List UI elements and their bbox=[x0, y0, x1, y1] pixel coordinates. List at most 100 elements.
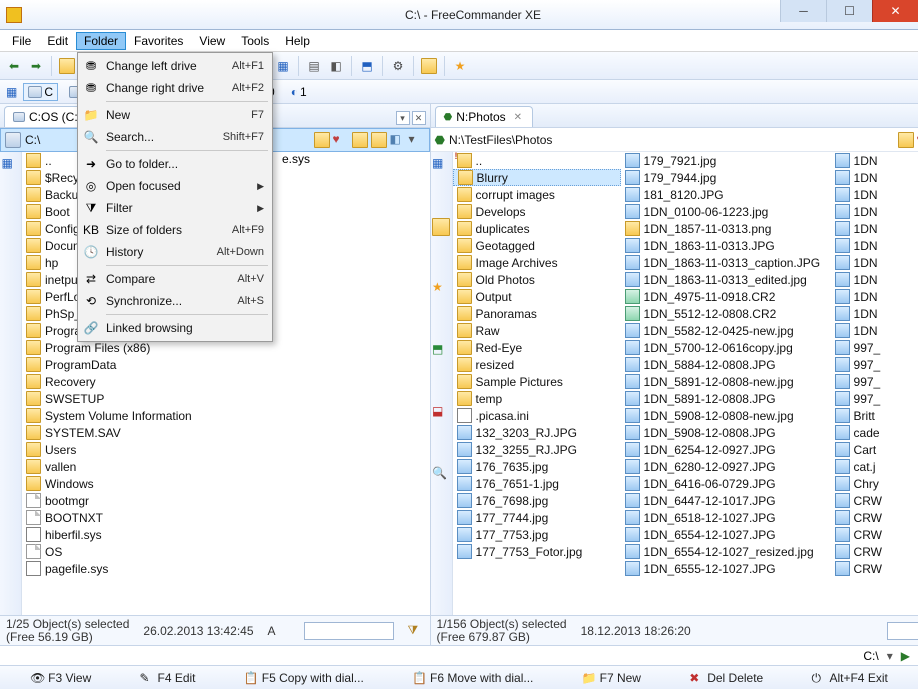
list-item[interactable]: 1DN_5582-12-0425-new.jpg bbox=[621, 322, 831, 339]
list-item[interactable]: 132_3255_RJ.JPG bbox=[453, 441, 621, 458]
toolbar-button[interactable]: ▦ bbox=[273, 56, 293, 76]
list-item[interactable]: Red-Eye bbox=[453, 339, 621, 356]
menu-item-open-focused[interactable]: ◎Open focused▶ bbox=[80, 175, 270, 197]
path-icon[interactable] bbox=[352, 132, 368, 148]
list-item[interactable]: 177_7753_Fotor.jpg bbox=[453, 543, 621, 560]
list-item[interactable]: 1DN_4975-11-0918.CR2 bbox=[621, 288, 831, 305]
list-item[interactable]: 176_7698.jpg bbox=[453, 492, 621, 509]
toolbar-button[interactable]: ⚙ bbox=[388, 56, 408, 76]
list-item[interactable]: 177_7753.jpg bbox=[453, 526, 621, 543]
list-item[interactable]: 997_ bbox=[831, 339, 918, 356]
list-item[interactable]: 1DN_6254-12-0927.JPG bbox=[621, 441, 831, 458]
fkey-3[interactable]: 📋F6 Move with dial... bbox=[412, 671, 533, 685]
list-item[interactable]: 1DN bbox=[831, 220, 918, 237]
tab-dropdown[interactable]: ▾ bbox=[396, 111, 410, 125]
list-item[interactable]: 179_7921.jpg bbox=[621, 152, 831, 169]
list-item[interactable]: resized bbox=[453, 356, 621, 373]
list-item[interactable]: vallen bbox=[22, 458, 430, 475]
list-item[interactable]: System Volume Information bbox=[22, 407, 430, 424]
fkey-5[interactable]: ✖Del Delete bbox=[689, 671, 763, 685]
address-dropdown-icon[interactable]: ▾ bbox=[887, 649, 893, 663]
toolbar-button[interactable] bbox=[57, 56, 77, 76]
list-item[interactable]: Britt bbox=[831, 407, 918, 424]
list-item[interactable]: 1DN bbox=[831, 322, 918, 339]
list-item[interactable]: Blurry bbox=[453, 169, 621, 186]
list-item[interactable]: 1DN bbox=[831, 305, 918, 322]
drive-counter-1[interactable]: ◐1 bbox=[286, 83, 312, 101]
menu-item-new[interactable]: 📁NewF7 bbox=[80, 104, 270, 126]
list-item[interactable]: BOOTNXT bbox=[22, 509, 430, 526]
list-item[interactable]: 1DN_6555-12-1027.JPG bbox=[621, 560, 831, 577]
fkey-6[interactable]: ⏻Alt+F4 Exit bbox=[811, 671, 887, 685]
list-item[interactable]: 1DN_5512-12-0808.CR2 bbox=[621, 305, 831, 322]
menu-file[interactable]: File bbox=[4, 32, 39, 50]
list-item[interactable]: 179_7944.jpg bbox=[621, 169, 831, 186]
list-item[interactable]: Output bbox=[453, 288, 621, 305]
list-item[interactable]: Recovery bbox=[22, 373, 430, 390]
fkey-0[interactable]: 👁F3 View bbox=[30, 671, 91, 685]
menu-tools[interactable]: Tools bbox=[233, 32, 277, 50]
list-item[interactable]: 1DN bbox=[831, 271, 918, 288]
list-item[interactable]: 997_ bbox=[831, 390, 918, 407]
path-dropdown[interactable]: ▾ bbox=[409, 132, 425, 148]
list-item[interactable]: 1DN bbox=[831, 254, 918, 271]
minimize-button[interactable]: ─ bbox=[780, 0, 826, 22]
list-item[interactable]: ProgramData bbox=[22, 356, 430, 373]
list-item[interactable]: 176_7635.jpg bbox=[453, 458, 621, 475]
sidetool-icon[interactable]: ⬒ bbox=[432, 342, 450, 360]
fkey-2[interactable]: 📋F5 Copy with dial... bbox=[244, 671, 364, 685]
fkey-4[interactable]: 📁F7 New bbox=[582, 671, 641, 685]
filter-dropdown[interactable] bbox=[887, 622, 918, 640]
list-item[interactable]: 1DN_1863-11-0313_edited.jpg bbox=[621, 271, 831, 288]
right-tab[interactable]: ⬣ N:Photos ✕ bbox=[435, 106, 533, 127]
list-item[interactable]: Image Archives bbox=[453, 254, 621, 271]
list-item[interactable]: OS bbox=[22, 543, 430, 560]
list-item[interactable]: 1DN bbox=[831, 237, 918, 254]
menu-item-linked-browsing[interactable]: 🔗Linked browsing bbox=[80, 317, 270, 339]
toolbar-button[interactable] bbox=[419, 56, 439, 76]
path-icon[interactable] bbox=[314, 132, 330, 148]
list-item[interactable]: Raw bbox=[453, 322, 621, 339]
list-item[interactable]: 997_ bbox=[831, 373, 918, 390]
list-item[interactable]: 1DN_1857-11-0313.png bbox=[621, 220, 831, 237]
list-item[interactable]: 1DN_1863-11-0313_caption.JPG bbox=[621, 254, 831, 271]
list-item[interactable]: SWSETUP bbox=[22, 390, 430, 407]
list-item[interactable]: Panoramas bbox=[453, 305, 621, 322]
menu-item-history[interactable]: 🕓HistoryAlt+Down bbox=[80, 241, 270, 263]
list-item[interactable]: 1DN_5700-12-0616copy.jpg bbox=[621, 339, 831, 356]
list-item[interactable]: 1DN_5908-12-0808-new.jpg bbox=[621, 407, 831, 424]
address-go-icon[interactable]: ▶ bbox=[901, 649, 910, 663]
list-item[interactable]: 1DN_6554-12-1027_resized.jpg bbox=[621, 543, 831, 560]
list-item[interactable]: 1DN_6416-06-0729.JPG bbox=[621, 475, 831, 492]
list-item[interactable]: 177_7744.jpg bbox=[453, 509, 621, 526]
maximize-button[interactable]: ☐ bbox=[826, 0, 872, 22]
list-item[interactable]: cat.j bbox=[831, 458, 918, 475]
list-item[interactable]: 1DN_1863-11-0313.JPG bbox=[621, 237, 831, 254]
close-button[interactable]: ✕ bbox=[872, 0, 918, 22]
fkey-1[interactable]: ✎F4 Edit bbox=[139, 671, 195, 685]
menu-item-change-right-drive[interactable]: ⛃Change right driveAlt+F2 bbox=[80, 77, 270, 99]
path-icon[interactable] bbox=[898, 132, 914, 148]
list-item[interactable]: 1DN bbox=[831, 186, 918, 203]
menu-item-filter[interactable]: ⧩Filter▶ bbox=[80, 197, 270, 219]
toolbar-button[interactable]: ◧ bbox=[326, 56, 346, 76]
list-item[interactable]: temp bbox=[453, 390, 621, 407]
menu-item-search-[interactable]: 🔍Search...Shift+F7 bbox=[80, 126, 270, 148]
list-item[interactable]: pagefile.sys bbox=[22, 560, 430, 577]
list-item[interactable]: bootmgr bbox=[22, 492, 430, 509]
list-item[interactable]: .. bbox=[453, 152, 621, 169]
list-item[interactable]: CRW bbox=[831, 509, 918, 526]
path-icon[interactable]: ◧ bbox=[390, 132, 406, 148]
menu-item-go-to-folder-[interactable]: ➜Go to folder... bbox=[80, 153, 270, 175]
list-item[interactable]: 1DN_5908-12-0808.JPG bbox=[621, 424, 831, 441]
list-item[interactable]: 1DN_5891-12-0808.JPG bbox=[621, 390, 831, 407]
list-item[interactable]: hiberfil.sys bbox=[22, 526, 430, 543]
menu-favorites[interactable]: Favorites bbox=[126, 32, 191, 50]
favorite-icon[interactable]: ♥ bbox=[333, 132, 349, 148]
menu-edit[interactable]: Edit bbox=[39, 32, 76, 50]
right-filelist[interactable]: ..Blurrycorrupt imagesDevelopsduplicates… bbox=[453, 152, 918, 615]
list-item[interactable]: CRW bbox=[831, 526, 918, 543]
filter-icon[interactable]: ⧩ bbox=[408, 623, 424, 639]
list-item[interactable]: .picasa.ini bbox=[453, 407, 621, 424]
list-item[interactable]: Develops bbox=[453, 203, 621, 220]
